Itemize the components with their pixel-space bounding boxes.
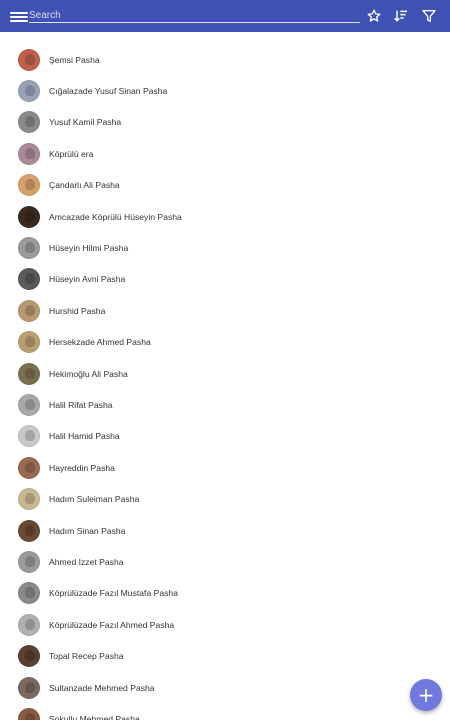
list-item[interactable]: Hurshid Pasha — [0, 295, 450, 326]
avatar — [18, 174, 40, 197]
list-item-label: Hadım Suleiman Pasha — [49, 494, 140, 505]
avatar — [18, 237, 40, 260]
avatar — [18, 488, 40, 511]
list-item-label: Cığalazade Yusuf Sinan Pasha — [49, 86, 168, 97]
list-item[interactable]: Hersekzade Ahmed Pasha — [0, 327, 450, 358]
list-item[interactable]: Sultanzade Mehmed Pasha — [0, 672, 450, 703]
avatar — [18, 331, 40, 354]
list-item[interactable]: Hadım Sinan Pasha — [0, 515, 450, 546]
avatar — [18, 142, 40, 165]
list-item[interactable]: Şemsi Pasha — [0, 44, 450, 75]
pasha-list: Şemsi Pasha Cığalazade Yusuf Sinan Pasha Y… — [0, 44, 450, 720]
avatar — [18, 393, 40, 416]
avatar — [18, 80, 40, 103]
list-item[interactable]: Köprülüzade Fazıl Ahmed Pasha — [0, 609, 450, 640]
list-item[interactable]: Yusuf Kamil Pasha — [0, 107, 450, 138]
avatar — [18, 676, 40, 699]
list-item-label: Köprülüzade Fazıl Mustafa Pasha — [49, 588, 178, 599]
list-item-label: Hersekzade Ahmed Pasha — [49, 337, 151, 348]
list-item[interactable]: Halil Hamid Pasha — [0, 421, 450, 452]
sort-icon[interactable] — [393, 8, 409, 24]
list-item-label: Hüseyin Hilmi Pasha — [49, 243, 129, 254]
app-bar — [0, 0, 450, 32]
list-item-label: Amcazade Köprülü Hüseyin Pasha — [49, 211, 182, 222]
add-button[interactable]: + — [410, 679, 442, 711]
list-item-label: Hayreddin Pasha — [49, 462, 115, 473]
avatar — [18, 48, 40, 71]
filter-icon[interactable] — [421, 8, 437, 24]
list-item-label: Ahmed Izzet Pasha — [49, 556, 124, 567]
avatar — [18, 707, 40, 720]
list-item-label: Sokullu Mehmed Pasha — [49, 713, 140, 720]
avatar — [18, 582, 40, 605]
list-item-label: Halil Rifat Pasha — [49, 399, 113, 410]
avatar — [18, 550, 40, 573]
list-item-label: Hekimoğlu Ali Pasha — [49, 368, 128, 379]
plus-icon: + — [417, 683, 435, 707]
list-item[interactable]: Köprülüzade Fazıl Mustafa Pasha — [0, 578, 450, 609]
avatar — [18, 299, 40, 322]
list-item-label: Şemsi Pasha — [49, 54, 100, 65]
list-item-label: Çandarlı Ali Pasha — [49, 180, 120, 191]
list-item[interactable]: Köprülü era — [0, 138, 450, 169]
list-item[interactable]: Hüseyin Avni Pasha — [0, 264, 450, 295]
list-item[interactable]: Cığalazade Yusuf Sinan Pasha — [0, 75, 450, 106]
list-item[interactable]: Halil Rifat Pasha — [0, 389, 450, 420]
list-item[interactable]: Topal Recep Pasha — [0, 640, 450, 671]
avatar — [18, 205, 40, 228]
list-item-label: Hüseyin Avni Pasha — [49, 274, 126, 285]
list-item-label: Köprülü era — [49, 148, 94, 159]
list-item-label: Halil Hamid Pasha — [49, 431, 120, 442]
search-field[interactable] — [29, 5, 360, 24]
avatar — [18, 268, 40, 291]
list-item[interactable]: Amcazade Köprülü Hüseyin Pasha — [0, 201, 450, 232]
menu-icon[interactable] — [10, 10, 28, 24]
star-icon[interactable] — [366, 8, 382, 24]
list-item[interactable]: Hüseyin Hilmi Pasha — [0, 232, 450, 263]
list-item-label: Sultanzade Mehmed Pasha — [49, 682, 155, 693]
avatar — [18, 111, 40, 134]
avatar — [18, 645, 40, 668]
avatar — [18, 425, 40, 448]
list-item[interactable]: Ahmed Izzet Pasha — [0, 546, 450, 577]
list-item[interactable]: Hayreddin Pasha — [0, 452, 450, 483]
list-item[interactable]: Sokullu Mehmed Pasha — [0, 703, 450, 720]
avatar — [18, 613, 40, 636]
search-input[interactable] — [29, 7, 360, 24]
avatar — [18, 519, 40, 542]
list-item[interactable]: Hadım Suleiman Pasha — [0, 483, 450, 514]
list-item-label: Yusuf Kamil Pasha — [49, 117, 122, 128]
list-item[interactable]: Çandarlı Ali Pasha — [0, 170, 450, 201]
list-item-label: Hadım Sinan Pasha — [49, 525, 126, 536]
list-item-label: Topal Recep Pasha — [49, 651, 124, 662]
list-item[interactable]: Hekimoğlu Ali Pasha — [0, 358, 450, 389]
avatar — [18, 362, 40, 385]
avatar — [18, 456, 40, 479]
list-item-label: Köprülüzade Fazıl Ahmed Pasha — [49, 619, 175, 630]
list-item-label: Hurshid Pasha — [49, 305, 106, 316]
